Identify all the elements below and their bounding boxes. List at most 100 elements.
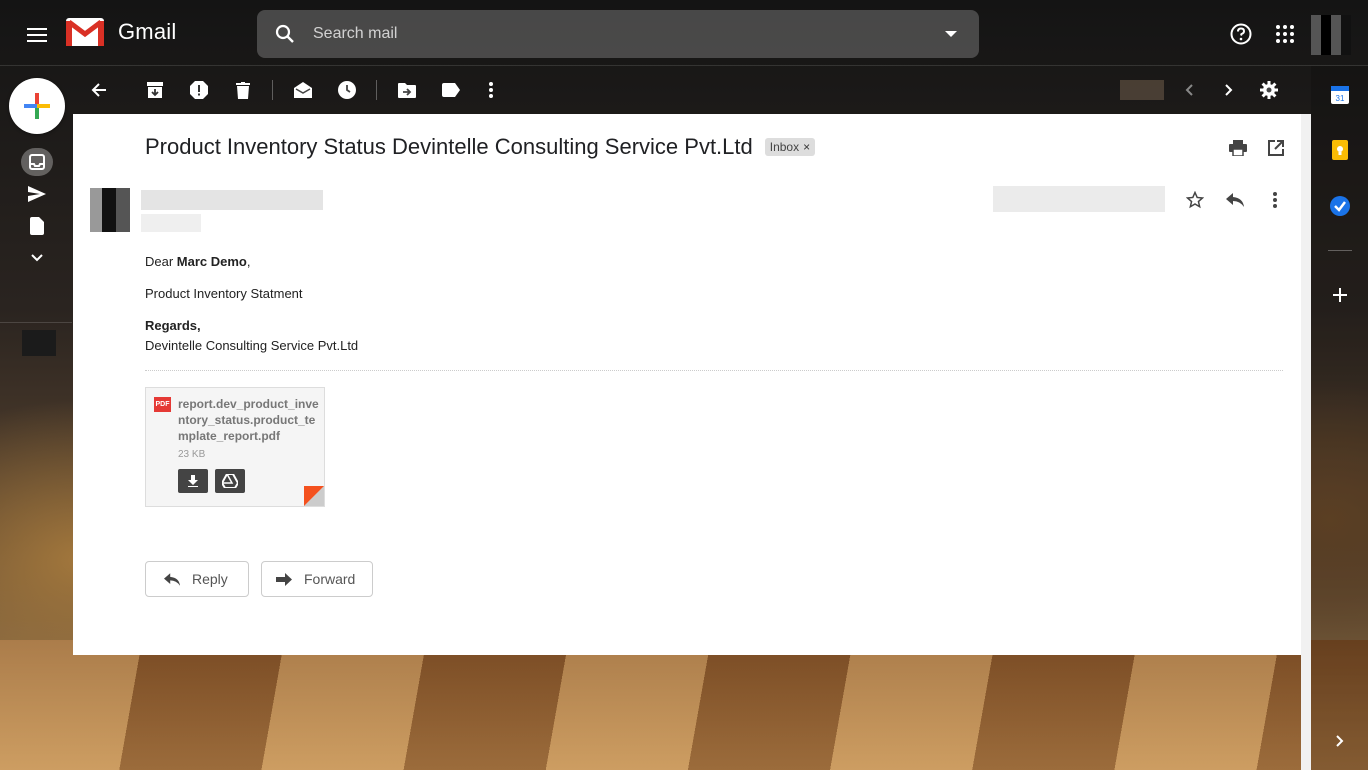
sender-name-redacted: [141, 190, 323, 210]
attachment-corner-accent: [304, 486, 324, 506]
settings-button[interactable]: [1253, 74, 1285, 106]
attachment-filename: report.dev_product_inventory_status.prod…: [178, 397, 319, 443]
mark-unread-icon: [294, 82, 312, 98]
email-subject: Product Inventory Status Devintelle Cons…: [145, 134, 753, 159]
scrollbar-track[interactable]: [1301, 114, 1311, 770]
print-all-button[interactable]: [1223, 134, 1253, 162]
nav-inbox[interactable]: [21, 148, 53, 176]
toolbar-separator: [272, 80, 273, 100]
mark-unread-button[interactable]: [287, 74, 319, 106]
forward-label: Forward: [304, 571, 356, 587]
pdf-icon: PDF: [154, 397, 171, 412]
labels-button[interactable]: [435, 74, 467, 106]
apps-grid-icon: [1276, 25, 1294, 43]
keep-button[interactable]: [1328, 138, 1352, 162]
subject-row: Product Inventory Status Devintelle Cons…: [145, 134, 816, 160]
reply-icon-button[interactable]: [1221, 186, 1249, 214]
print-icon: [1229, 140, 1247, 156]
attachment-card[interactable]: PDF report.dev_product_inventory_status.…: [145, 387, 325, 507]
star-button[interactable]: [1181, 186, 1209, 214]
message-view: Product Inventory Status Devintelle Cons…: [73, 114, 1301, 655]
gmail-logo-link[interactable]: Gmail: [66, 18, 176, 46]
reply-label: Reply: [192, 571, 228, 587]
calendar-icon: 31: [1331, 86, 1349, 104]
report-spam-icon: [190, 81, 208, 99]
compose-plus-icon: [24, 93, 50, 119]
remove-label-button[interactable]: ×: [803, 140, 810, 154]
pagination-count: [1120, 80, 1164, 100]
support-button[interactable]: [1221, 14, 1261, 54]
account-avatar[interactable]: [1311, 15, 1351, 55]
sign-off: Regards,: [145, 316, 358, 336]
dropdown-arrow-icon: [945, 31, 957, 37]
attachment-size: 23 KB: [178, 449, 206, 460]
older-button[interactable]: [1213, 74, 1245, 106]
prev-icon: [1185, 84, 1193, 96]
background-chessboard: [0, 640, 1368, 770]
help-icon: [1230, 23, 1252, 45]
show-side-panel-button[interactable]: [1328, 729, 1352, 753]
message-more-button[interactable]: [1263, 186, 1287, 214]
google-apps-button[interactable]: [1265, 14, 1305, 54]
newer-button[interactable]: [1173, 74, 1205, 106]
more-vert-icon: [1273, 192, 1277, 208]
inbox-icon: [29, 154, 45, 170]
move-to-icon: [398, 82, 416, 98]
archive-button[interactable]: [139, 74, 171, 106]
send-icon: [28, 186, 46, 202]
forward-icon: [276, 572, 292, 586]
search-input[interactable]: [313, 25, 923, 43]
recipient-name: Marc Demo: [176, 254, 247, 269]
sign-off-text: Regards,: [145, 318, 201, 333]
get-addons-button[interactable]: [1328, 283, 1352, 307]
tasks-button[interactable]: [1328, 194, 1352, 218]
calendar-button[interactable]: 31: [1328, 82, 1352, 106]
hangouts-avatar[interactable]: [22, 330, 56, 356]
nav-sent[interactable]: [21, 180, 53, 208]
nav-drafts[interactable]: [21, 212, 53, 240]
forward-button[interactable]: Forward: [261, 561, 373, 597]
download-icon: [188, 475, 198, 487]
move-to-button[interactable]: [391, 74, 423, 106]
nav-more[interactable]: [21, 244, 53, 272]
side-panel-divider: [1328, 250, 1352, 251]
more-actions-button[interactable]: [475, 74, 507, 106]
add-icon: [1333, 288, 1347, 302]
download-button[interactable]: [178, 469, 208, 493]
greeting-prefix: Dear: [145, 254, 177, 269]
search-bar: [257, 10, 979, 58]
search-options-button[interactable]: [923, 10, 979, 58]
sender-to-redacted: [141, 214, 201, 232]
draft-icon: [30, 217, 44, 235]
search-button[interactable]: [257, 10, 313, 58]
main-menu-button[interactable]: [17, 15, 57, 55]
reply-button[interactable]: Reply: [145, 561, 249, 597]
greeting-suffix: ,: [246, 254, 251, 269]
expand-right-icon: [1336, 735, 1344, 747]
body-line: Product Inventory Statment: [145, 286, 303, 301]
save-to-drive-button[interactable]: [215, 469, 245, 493]
tasks-icon: [1330, 196, 1350, 216]
expand-more-icon: [31, 254, 43, 262]
back-arrow-icon: [91, 83, 106, 97]
star-icon: [1186, 191, 1204, 209]
label-icon: [442, 83, 460, 97]
search-icon: [275, 24, 294, 43]
inbox-label-text: Inbox: [769, 140, 800, 154]
snooze-button[interactable]: [331, 74, 363, 106]
company-name: Devintelle Consulting Service Pvt.Ltd: [145, 338, 359, 353]
menu-icon: [27, 28, 47, 42]
reply-icon: [164, 572, 180, 586]
compose-button[interactable]: [9, 78, 65, 134]
top-bar: Gmail: [0, 0, 1368, 66]
open-new-window-button[interactable]: [1261, 134, 1291, 162]
open-new-window-icon: [1268, 140, 1284, 156]
sender-avatar[interactable]: [90, 188, 130, 232]
toolbar-separator: [376, 80, 377, 100]
delete-button[interactable]: [227, 74, 259, 106]
report-spam-button[interactable]: [183, 74, 215, 106]
app-name: Gmail: [118, 19, 177, 44]
back-button[interactable]: [83, 74, 115, 106]
delete-icon: [236, 81, 250, 99]
more-vert-icon: [489, 82, 493, 98]
